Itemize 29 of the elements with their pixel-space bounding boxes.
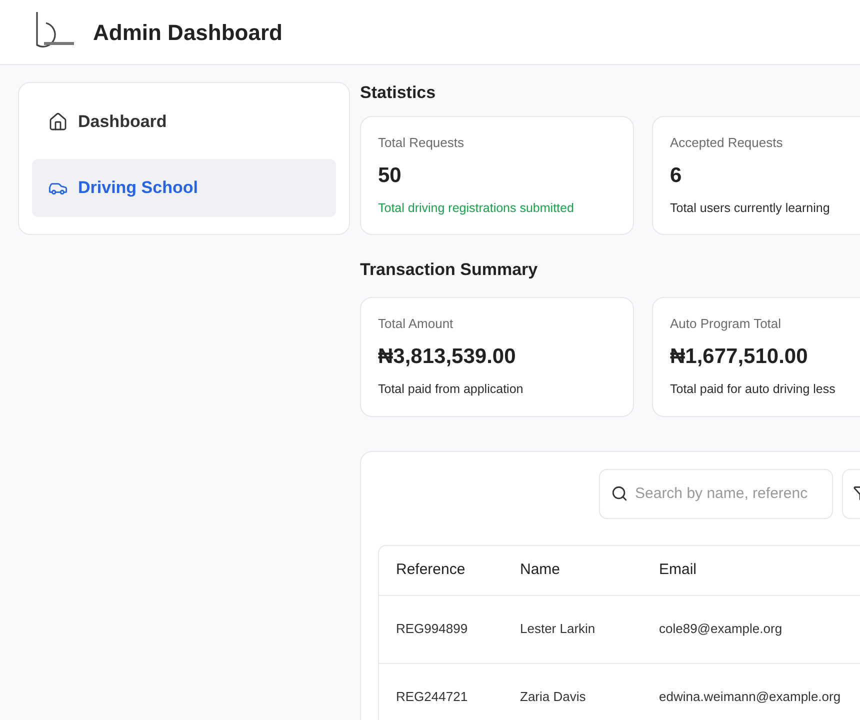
page-title: Admin Dashboard xyxy=(93,18,282,46)
table-cell-text: REG994899 xyxy=(395,620,469,638)
stat-value: ₦3,813,539.00 xyxy=(378,344,517,370)
stat-note: Total driving registrations submitted xyxy=(378,200,575,217)
section-title: Statistics xyxy=(360,82,437,104)
stat-label: Total Amount xyxy=(378,314,454,333)
stat-note: Total users currently learning xyxy=(670,200,831,217)
search-field[interactable]: Search by name, referenc xyxy=(599,468,833,518)
table-cell-text: edwina.weimann@example.org xyxy=(658,688,841,706)
table-cell-text: cole89@example.org xyxy=(658,620,782,638)
table-cell-text: Zaria Davis xyxy=(519,688,587,706)
stat-value: 6 xyxy=(670,163,683,189)
column-header: Email xyxy=(658,560,697,580)
stat-note: Total paid for auto driving less xyxy=(670,380,836,398)
sidebar-item[interactable]: Driving School xyxy=(32,159,336,217)
stat-label: Total Requests xyxy=(378,134,465,152)
home-icon xyxy=(48,112,68,132)
stat-note: Total paid from application xyxy=(378,380,524,398)
section-title: Transaction Summary xyxy=(360,259,539,282)
sidebar-item[interactable]: Dashboard xyxy=(32,93,336,151)
stat-value: ₦1,677,510.00 xyxy=(670,344,809,370)
column-header: Name xyxy=(519,560,562,580)
table-cell-text: Lester Larkin xyxy=(519,620,596,638)
stat-label: Accepted Requests xyxy=(670,134,784,152)
table-cell-text: REG244721 xyxy=(395,688,469,706)
stat-label: Auto Program Total xyxy=(670,314,782,333)
column-header: Reference xyxy=(395,560,466,580)
stat-value: 50 xyxy=(378,163,402,189)
search-icon xyxy=(611,484,628,502)
